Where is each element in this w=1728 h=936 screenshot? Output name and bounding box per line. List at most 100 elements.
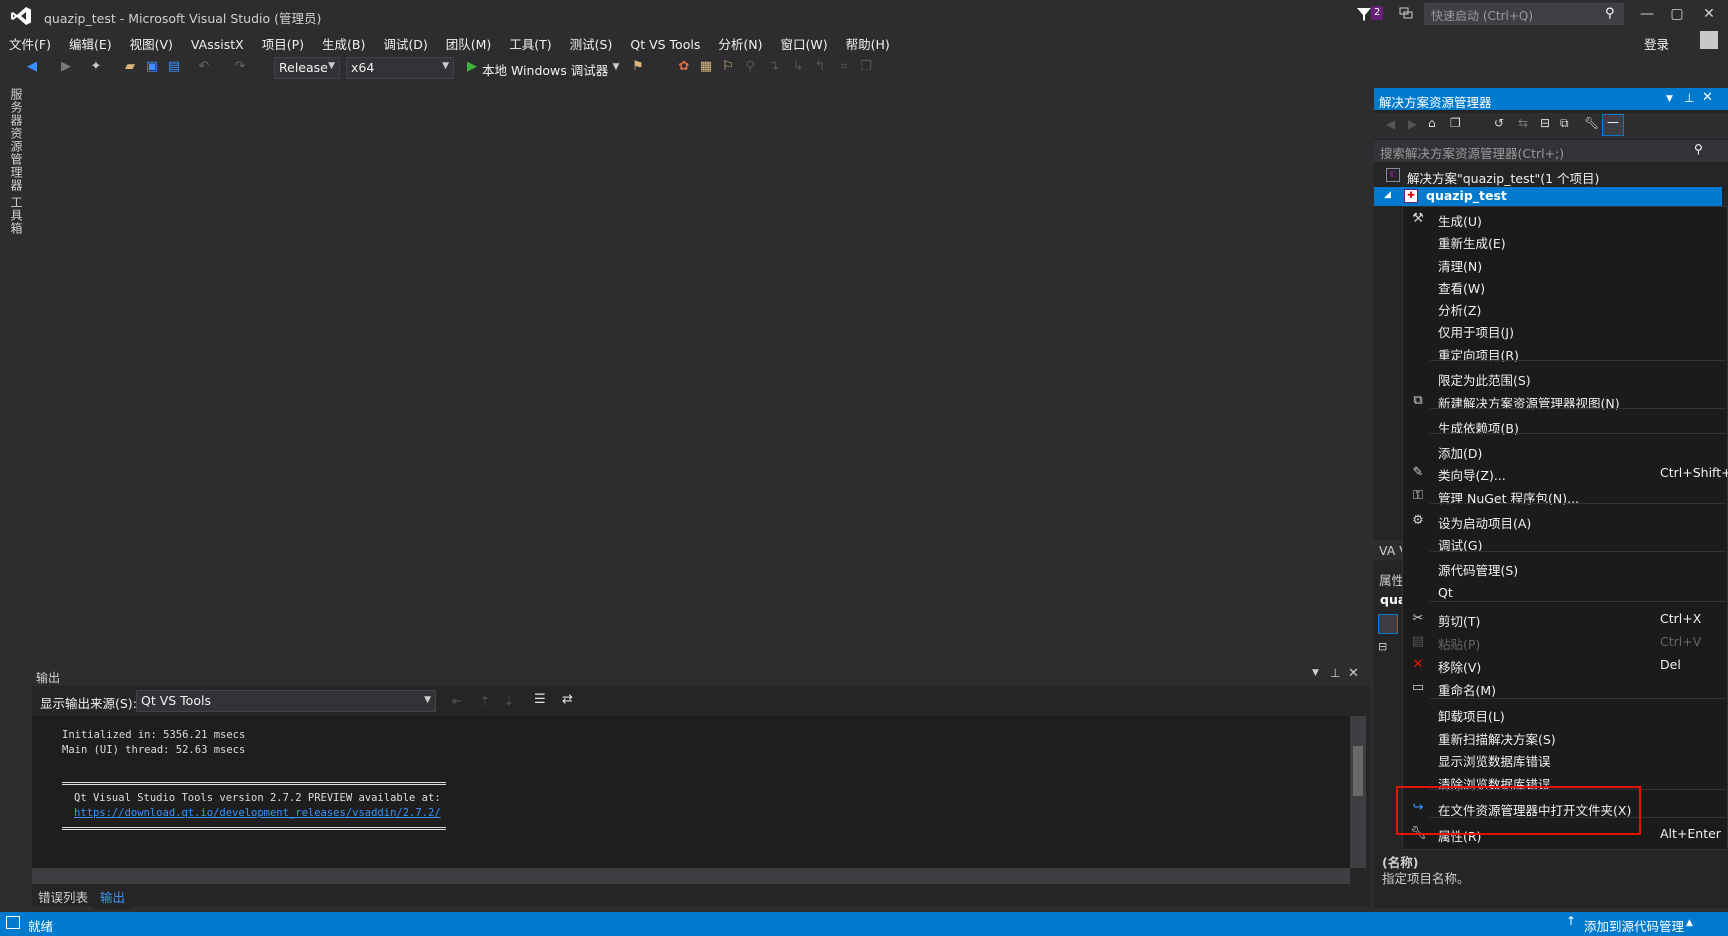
menu-qt-vs-tools[interactable]: Qt VS Tools xyxy=(621,33,709,56)
qt-tool-icon[interactable]: ✿ xyxy=(676,58,692,76)
show-all-files-icon[interactable]: ⧉ xyxy=(1560,116,1569,131)
menu-window[interactable]: 窗口(W) xyxy=(771,30,836,57)
maximize-button[interactable]: ▢ xyxy=(1662,2,1692,26)
switch-views-icon[interactable]: ❐ xyxy=(1450,116,1461,130)
menu-team[interactable]: 团队(M) xyxy=(437,30,501,57)
pin-icon[interactable]: ⊥ xyxy=(1684,91,1694,105)
chevron-down-icon[interactable]: ▼ xyxy=(1312,668,1319,678)
context-menu-item[interactable]: 显示浏览数据库错误 xyxy=(1402,748,1728,770)
chevron-up-icon[interactable]: ▲ xyxy=(1686,918,1693,928)
output-source-select[interactable]: Qt VS Tools ▼ xyxy=(136,690,436,712)
menu-build[interactable]: 生成(B) xyxy=(313,30,374,57)
start-debugger-button[interactable]: 本地 Windows 调试器 xyxy=(482,60,608,79)
output-vertical-scrollbar[interactable] xyxy=(1350,716,1366,868)
login-link[interactable]: 登录 xyxy=(1644,34,1669,53)
collapse-icon[interactable]: ⊟ xyxy=(1378,640,1387,653)
solution-explorer-search-input[interactable]: 搜索解决方案资源管理器(Ctrl+;) xyxy=(1374,140,1728,162)
step-into-icon[interactable]: ↳ xyxy=(790,58,806,76)
tab-output[interactable]: 输出 xyxy=(94,884,132,909)
output-text-area[interactable]: Initialized in: 5356.21 msecs Main (UI) … xyxy=(32,716,1350,868)
forward-icon[interactable]: ▶ xyxy=(1408,117,1417,131)
configuration-select[interactable]: Release ▼ xyxy=(274,57,340,79)
window-layout-icon[interactable]: ❐ xyxy=(858,58,874,76)
output-horizontal-scrollbar[interactable] xyxy=(32,868,1350,884)
close-icon[interactable]: ✕ xyxy=(1348,666,1359,681)
context-menu-item[interactable]: ⚙ 设为启动项目(A) xyxy=(1402,510,1728,532)
menu-help[interactable]: 帮助(H) xyxy=(837,30,899,57)
tab-error-list[interactable]: 错误列表 xyxy=(32,884,94,909)
context-menu-item[interactable]: 源代码管理(S) xyxy=(1402,557,1728,579)
previous-message-icon[interactable]: ⇡ xyxy=(480,694,490,708)
context-menu-item[interactable]: 限定为此范围(S) xyxy=(1402,367,1728,389)
pin-icon[interactable]: ⊥ xyxy=(1330,666,1340,680)
save-icon[interactable]: ▣ xyxy=(144,58,160,76)
back-icon[interactable]: ◀ xyxy=(24,58,40,76)
menu-analyze[interactable]: 分析(N) xyxy=(709,30,771,57)
minimize-button[interactable]: — xyxy=(1632,2,1662,26)
wrench-icon[interactable]: 🔧︎ xyxy=(1584,116,1599,130)
toolbox-tab[interactable]: 工具箱 xyxy=(8,196,25,235)
find-in-files-icon[interactable]: ⚑ xyxy=(630,58,646,76)
context-menu-item[interactable]: ✕ 移除(V) Del xyxy=(1402,654,1728,676)
menu-project[interactable]: 项目(P) xyxy=(253,30,313,57)
context-menu-item[interactable]: ▭ 重命名(M) xyxy=(1402,677,1728,699)
context-menu-item[interactable]: ⚒ 生成(U) xyxy=(1402,208,1728,230)
back-icon[interactable]: ◀ xyxy=(1386,117,1395,131)
menu-edit[interactable]: 编辑(E) xyxy=(60,30,121,57)
menu-view[interactable]: 视图(V) xyxy=(121,30,182,57)
context-menu-item[interactable]: ▤ 粘贴(P) Ctrl+V xyxy=(1402,631,1728,653)
chevron-down-icon[interactable]: ▼ xyxy=(1666,94,1673,104)
avatar[interactable] xyxy=(1700,31,1718,49)
notice-link[interactable]: https://download.qt.io/development_relea… xyxy=(74,806,1320,821)
pending-changes-icon[interactable]: ↺ xyxy=(1494,116,1504,130)
menu-tools[interactable]: 工具(T) xyxy=(500,30,560,57)
play-icon[interactable]: ▶ xyxy=(464,58,480,76)
open-folder-icon[interactable]: ▰ xyxy=(122,58,138,76)
bookmark-icon[interactable]: ⌗ xyxy=(836,58,852,76)
redo-icon[interactable]: ↷ xyxy=(232,58,248,76)
forward-icon[interactable]: ▶ xyxy=(58,58,74,76)
step-out-icon[interactable]: ↰ xyxy=(812,58,828,76)
search-icon[interactable]: ⚲ xyxy=(1694,142,1703,156)
context-menu-item[interactable]: 重新扫描解决方案(S) xyxy=(1402,726,1728,748)
home-icon[interactable]: ⌂ xyxy=(1428,116,1436,130)
platform-select[interactable]: x64 ▼ xyxy=(346,57,454,79)
server-explorer-tab[interactable]: 服务器资源管理器 xyxy=(8,88,25,192)
notification-badge[interactable]: 2 xyxy=(1371,6,1384,20)
collapse-all-icon[interactable]: ⊟ xyxy=(1540,116,1550,130)
context-menu-item[interactable]: 清理(N) xyxy=(1402,253,1728,275)
sync-icon[interactable]: ⇆ xyxy=(1518,116,1528,130)
new-project-icon[interactable]: ✦ xyxy=(88,58,104,76)
context-menu-item[interactable]: 分析(Z) xyxy=(1402,297,1728,319)
context-menu-item[interactable]: 仅用于项目(J) xyxy=(1402,319,1728,341)
project-node[interactable]: quazip_test xyxy=(1374,187,1722,206)
next-message-icon[interactable]: ⇣ xyxy=(504,694,514,708)
context-menu-item[interactable]: ✎ 类向导(Z)... Ctrl+Shift+X xyxy=(1402,462,1728,484)
clear-all-icon[interactable]: ☰ xyxy=(534,692,546,707)
expand-arrow-icon[interactable]: ◢ xyxy=(1384,190,1391,200)
scrollbar-thumb[interactable] xyxy=(1353,746,1363,796)
quick-launch-input[interactable]: 快速启动 (Ctrl+Q) xyxy=(1424,3,1624,25)
feedback-icon[interactable] xyxy=(1398,5,1414,21)
find-message-icon[interactable]: ⇤ xyxy=(452,694,462,708)
qt-designer-icon[interactable]: ▦ xyxy=(698,58,714,76)
search-icon[interactable]: ⚲ xyxy=(1605,6,1615,21)
context-menu-item[interactable]: 重新生成(E) xyxy=(1402,230,1728,252)
menu-vassistx[interactable]: VAssistX xyxy=(182,33,253,56)
close-icon[interactable]: ✕ xyxy=(1702,90,1713,105)
solution-node[interactable]: 解决方案"quazip_test"(1 个项目) xyxy=(1407,168,1599,187)
disabled-tool-icon[interactable]: ⚲ xyxy=(742,58,758,76)
menu-debug[interactable]: 调试(D) xyxy=(374,30,436,57)
word-wrap-icon[interactable]: ⇄ xyxy=(562,692,573,707)
qt-linguist-icon[interactable]: ⚐ xyxy=(720,58,736,76)
add-to-source-control-button[interactable]: 添加到源代码管理 xyxy=(1584,916,1684,935)
categorized-icon[interactable] xyxy=(1378,614,1398,634)
menu-test[interactable]: 测试(S) xyxy=(561,30,622,57)
chevron-down-icon[interactable]: ▼ xyxy=(608,58,624,76)
save-all-icon[interactable]: ▤ xyxy=(166,58,182,76)
context-menu-item[interactable]: ✂ 剪切(T) Ctrl+X xyxy=(1402,608,1728,630)
context-menu-item[interactable]: 查看(W) xyxy=(1402,275,1728,297)
context-menu-item[interactable]: 卸载项目(L) xyxy=(1402,703,1728,725)
menu-file[interactable]: 文件(F) xyxy=(0,30,60,57)
context-menu-item[interactable]: 添加(D) xyxy=(1402,440,1728,462)
